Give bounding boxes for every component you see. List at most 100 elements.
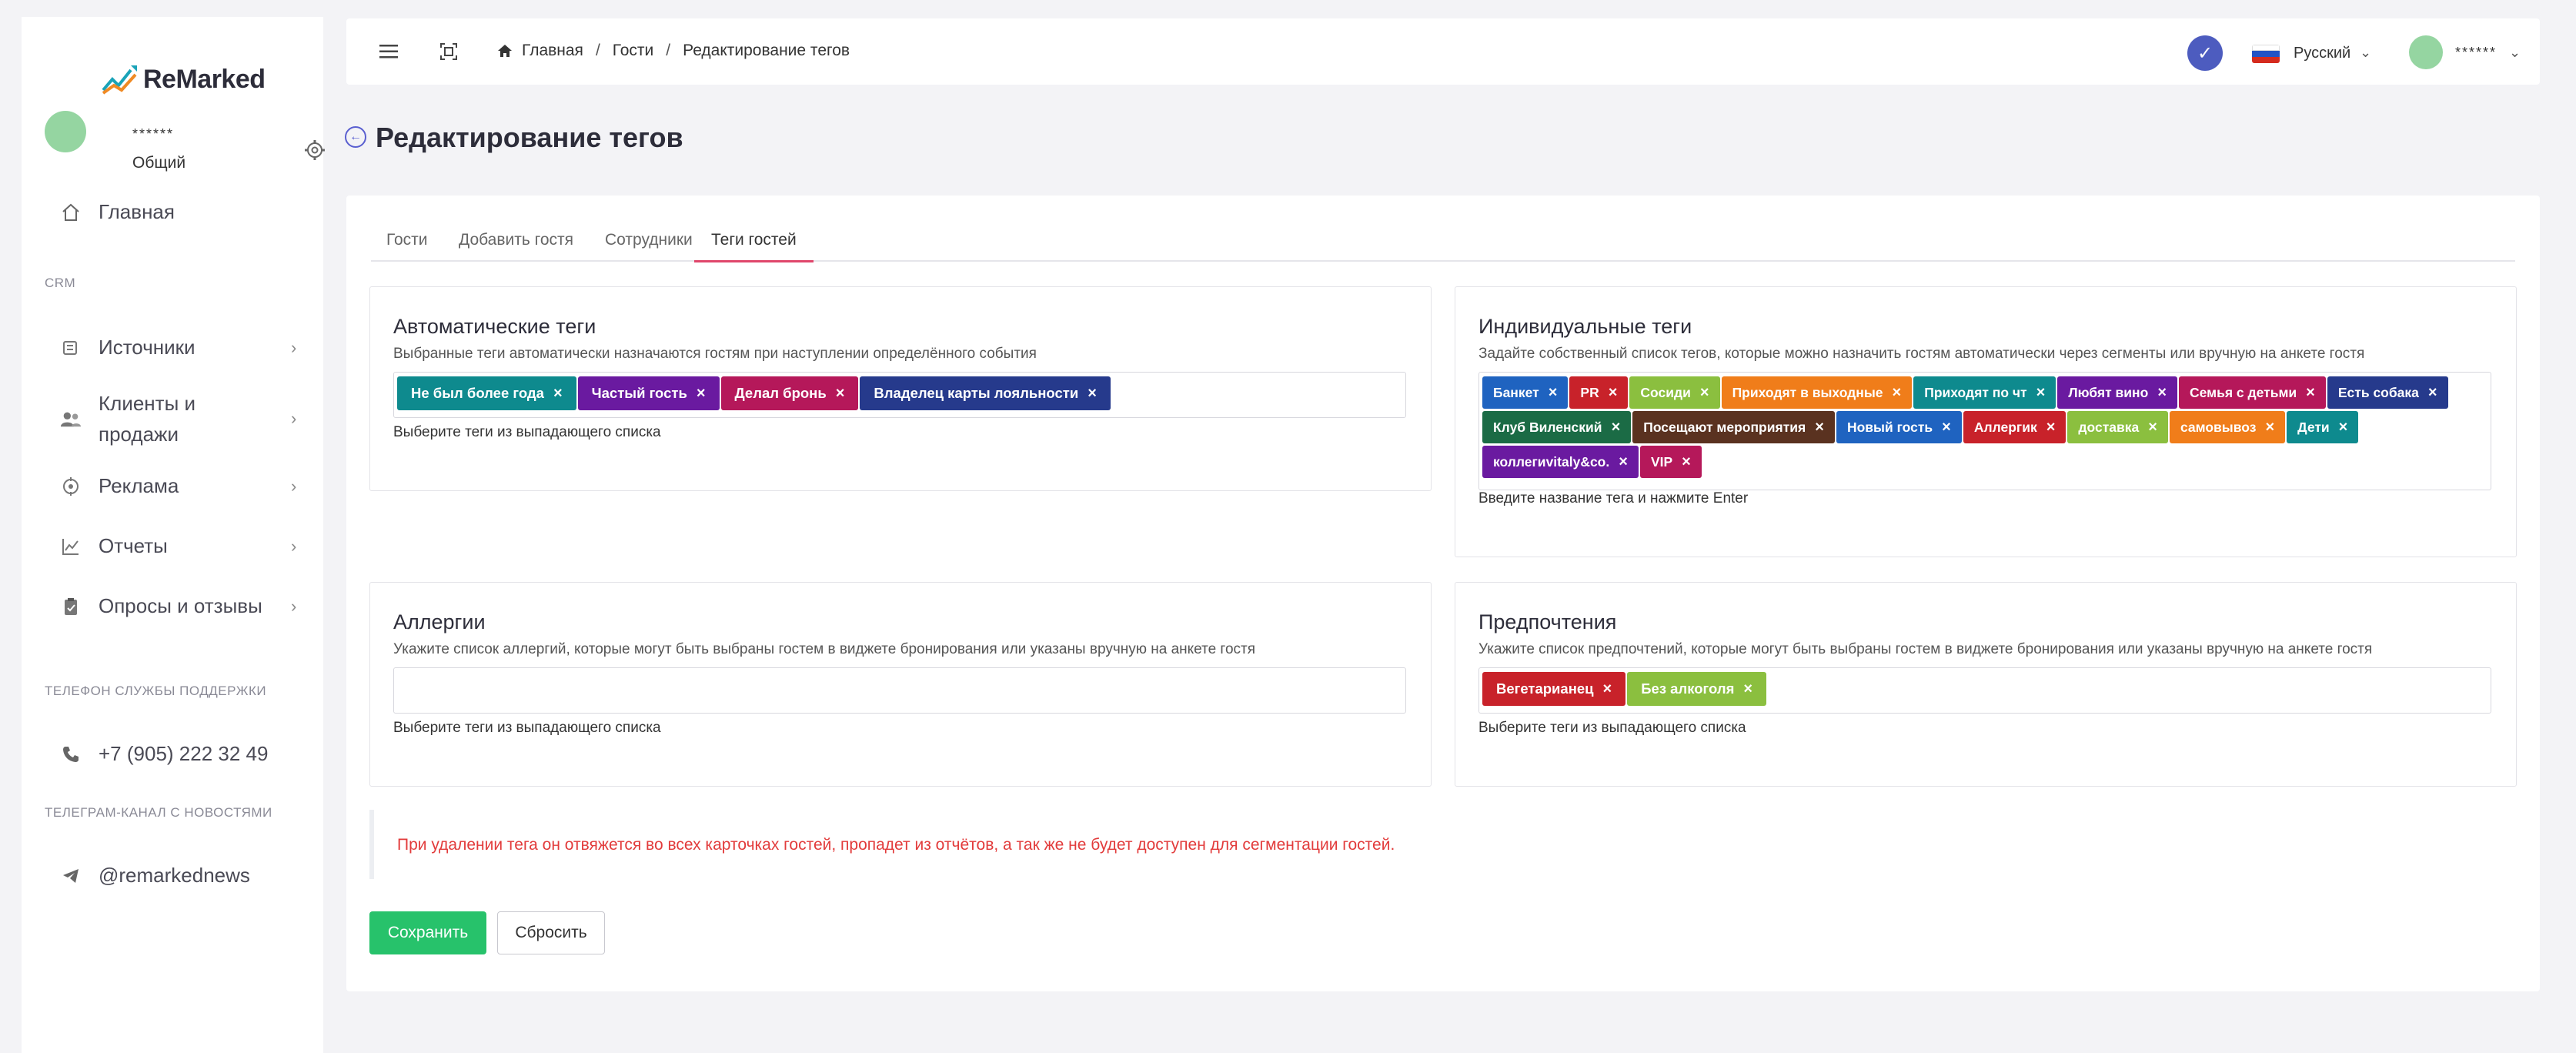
tag-chip[interactable]: Новый гость × — [1836, 411, 1962, 443]
language-selector[interactable]: Русский — [2294, 45, 2350, 62]
avatar[interactable] — [45, 111, 86, 152]
fullscreen-icon[interactable] — [437, 40, 460, 63]
user-role: Общий — [132, 154, 186, 172]
tag-chip[interactable]: Любят вино × — [2057, 376, 2177, 409]
tag-chip[interactable]: Посещают мероприятия × — [1632, 411, 1835, 443]
logo-chart-icon — [102, 65, 137, 95]
tag-chip[interactable]: Сосиди × — [1629, 376, 1720, 409]
sidebar-item-clients[interactable]: Клиенты и продажи › — [60, 382, 306, 456]
tag-chip[interactable]: доставка × — [2067, 411, 2168, 443]
sidebar-item-surveys[interactable]: Опросы и отзывы › — [60, 594, 306, 618]
tag-chip[interactable]: Делал бронь × — [720, 376, 859, 410]
back-arrow-icon[interactable]: ← — [345, 126, 366, 148]
remove-icon[interactable]: × — [2148, 419, 2157, 436]
remove-icon[interactable]: × — [2157, 384, 2167, 402]
sidebar-item-label: Клиенты и продажи — [99, 392, 196, 446]
remove-icon[interactable]: × — [2265, 419, 2274, 436]
breadcrumb: Главная / Гости / Редактирование тегов — [497, 42, 850, 60]
sidebar-item-ads[interactable]: Реклама › — [60, 474, 306, 498]
remove-icon[interactable]: × — [1743, 680, 1752, 698]
header-user-name[interactable]: ****** — [2455, 45, 2497, 61]
remove-icon[interactable]: × — [1619, 453, 1628, 471]
tabs: Гости Добавить гостя Сотрудники Теги гос… — [371, 226, 2515, 262]
breadcrumb-item-home[interactable]: Главная — [522, 42, 583, 60]
sidebar-item-sources[interactable]: Источники › — [60, 336, 306, 359]
remove-icon[interactable]: × — [2339, 419, 2348, 436]
sidebar-item-label: Отчеты — [99, 534, 168, 557]
breadcrumb-item-guests[interactable]: Гости — [613, 42, 654, 60]
remove-icon[interactable]: × — [1612, 419, 1621, 436]
auto-tags-select[interactable]: Не был более года × Частый гость × Делал б… — [393, 372, 1406, 418]
panel-individual-tags: Индивидуальные теги Задайте собственный … — [1455, 286, 2517, 557]
support-phone: +7 (905) 222 32 49 — [99, 742, 269, 765]
sidebar-item-label: Опросы и отзывы — [99, 594, 262, 617]
remove-icon[interactable]: × — [1682, 453, 1691, 471]
tag-chip[interactable]: Вегетарианец × — [1482, 672, 1626, 706]
tag-chip[interactable]: Банкет × — [1482, 376, 1569, 409]
chart-line-icon — [60, 536, 82, 557]
remove-icon[interactable]: × — [2046, 419, 2056, 436]
support-phone-link[interactable]: +7 (905) 222 32 49 — [60, 742, 268, 766]
tag-chip[interactable]: PR × — [1569, 376, 1629, 409]
remove-icon[interactable]: × — [2036, 384, 2046, 402]
tag-chip[interactable]: Приходят в выходные × — [1721, 376, 1913, 409]
individual-tags-input[interactable]: Банкет × PR × Сосиди × Приходят в выходные ×… — [1478, 372, 2491, 490]
tag-chip[interactable]: Семья с детьми × — [2179, 376, 2326, 409]
panel-allergies: Аллергии Укажите список аллергий, которы… — [369, 582, 1432, 787]
tag-chip[interactable]: самовывоз × — [2169, 411, 2286, 443]
remove-icon[interactable]: × — [1942, 419, 1951, 436]
panel-title: Предпочтения — [1478, 610, 1617, 633]
panel-desc: Укажите список аллергий, которые могут б… — [393, 641, 1255, 657]
tag-chip[interactable]: VIP × — [1639, 446, 1702, 478]
tag-chip[interactable]: Приходят по чт × — [1913, 376, 2056, 409]
chevron-down-icon[interactable]: ⌄ — [2509, 45, 2521, 61]
remove-icon[interactable]: × — [1700, 384, 1709, 402]
remove-icon[interactable]: × — [1603, 680, 1612, 698]
tab-guest-tags[interactable]: Теги гостей — [694, 231, 814, 262]
section-label-support: Телефон службы поддержки — [45, 684, 267, 698]
menu-icon[interactable] — [377, 40, 400, 63]
check-icon[interactable]: ✓ — [2187, 35, 2223, 71]
tab-staff[interactable]: Сотрудники — [605, 231, 693, 260]
chevron-down-icon[interactable]: ⌄ — [2360, 45, 2371, 61]
tab-add-guest[interactable]: Добавить гостя — [459, 231, 573, 260]
reset-button[interactable]: Сбросить — [497, 911, 605, 954]
remove-icon[interactable]: × — [1609, 384, 1618, 402]
tag-chip[interactable]: Аллергик × — [1963, 411, 2066, 443]
telegram-channel-link[interactable]: @remarkednews — [60, 864, 250, 888]
save-button[interactable]: Сохранить — [369, 911, 486, 954]
remove-icon[interactable]: × — [1815, 419, 1824, 436]
tab-guests[interactable]: Гости — [386, 231, 428, 260]
tag-chip[interactable]: Дети × — [2287, 411, 2359, 443]
sidebar-item-label: Главная — [99, 200, 175, 223]
remove-icon[interactable]: × — [2428, 384, 2437, 402]
sidebar-item-reports[interactable]: Отчеты › — [60, 534, 306, 558]
tag-chip[interactable]: коллегиvitaly&co. × — [1482, 446, 1639, 478]
remove-icon[interactable]: × — [1893, 384, 1902, 402]
remove-icon[interactable]: × — [836, 385, 845, 403]
tag-chip[interactable]: Без алкоголя × — [1627, 672, 1767, 706]
tag-chip[interactable]: Клуб Виленский × — [1482, 411, 1632, 443]
hint-text: Введите название тега и нажмите Enter — [1478, 490, 1749, 506]
panel-preferences: Предпочтения Укажите список предпочтений… — [1455, 582, 2517, 787]
breadcrumb-separator: / — [666, 42, 671, 59]
remove-icon[interactable]: × — [1549, 384, 1558, 402]
gear-icon[interactable] — [303, 139, 326, 162]
remove-icon[interactable]: × — [1088, 385, 1097, 403]
preferences-select[interactable]: Вегетарианец × Без алкоголя × — [1478, 667, 2491, 714]
sidebar-item-home[interactable]: Главная — [60, 200, 175, 224]
sidebar-item-label: Реклама — [99, 474, 179, 497]
tag-chip[interactable]: Владелец карты лояльности × — [860, 376, 1111, 410]
remove-icon[interactable]: × — [553, 385, 563, 403]
tag-chip[interactable]: Есть собака × — [2327, 376, 2448, 409]
home-icon — [498, 45, 512, 57]
remove-icon[interactable]: × — [2306, 384, 2315, 402]
logo[interactable]: ReMarked — [100, 52, 266, 106]
remove-icon[interactable]: × — [697, 385, 706, 403]
avatar[interactable] — [2409, 35, 2443, 69]
tag-chip[interactable]: Частый гость × — [577, 376, 720, 410]
allergies-select[interactable] — [393, 667, 1406, 714]
tag-chip[interactable]: Не был более года × — [397, 376, 576, 410]
chevron-right-icon: › — [291, 536, 297, 556]
section-label-channel: Телеграм-канал с новостями — [45, 805, 272, 820]
